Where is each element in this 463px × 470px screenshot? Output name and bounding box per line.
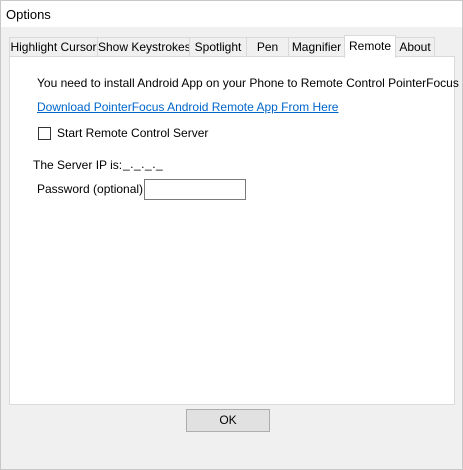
- tab-about[interactable]: About: [395, 37, 435, 56]
- title-bar[interactable]: Options: [1, 1, 462, 27]
- server-ip-label: The Server IP is:: [33, 158, 123, 172]
- bottom-bar: [1, 442, 462, 469]
- window-title: Options: [6, 7, 51, 22]
- ok-button[interactable]: OK: [186, 409, 270, 432]
- tab-remote[interactable]: Remote: [344, 35, 396, 58]
- password-input[interactable]: [144, 179, 246, 200]
- tab-highlight-cursor[interactable]: Highlight Cursor: [9, 37, 98, 56]
- start-server-checkbox[interactable]: [38, 127, 51, 140]
- tab-show-keystrokes[interactable]: Show Keystrokes: [97, 37, 191, 56]
- tab-magnifier[interactable]: Magnifier: [288, 37, 345, 56]
- server-ip-value: _._._._: [123, 157, 164, 171]
- remote-panel: You need to install Android App on your …: [9, 56, 459, 405]
- download-app-link[interactable]: Download PointerFocus Android Remote App…: [37, 100, 338, 114]
- tab-pen[interactable]: Pen: [246, 37, 289, 56]
- options-window: Options Highlight Cursor Show Keystrokes…: [0, 0, 463, 470]
- start-server-label[interactable]: Start Remote Control Server: [57, 126, 208, 140]
- tab-spotlight[interactable]: Spotlight: [189, 37, 247, 56]
- password-label: Password (optional):: [37, 182, 147, 196]
- install-info-text: You need to install Android App on your …: [37, 76, 459, 90]
